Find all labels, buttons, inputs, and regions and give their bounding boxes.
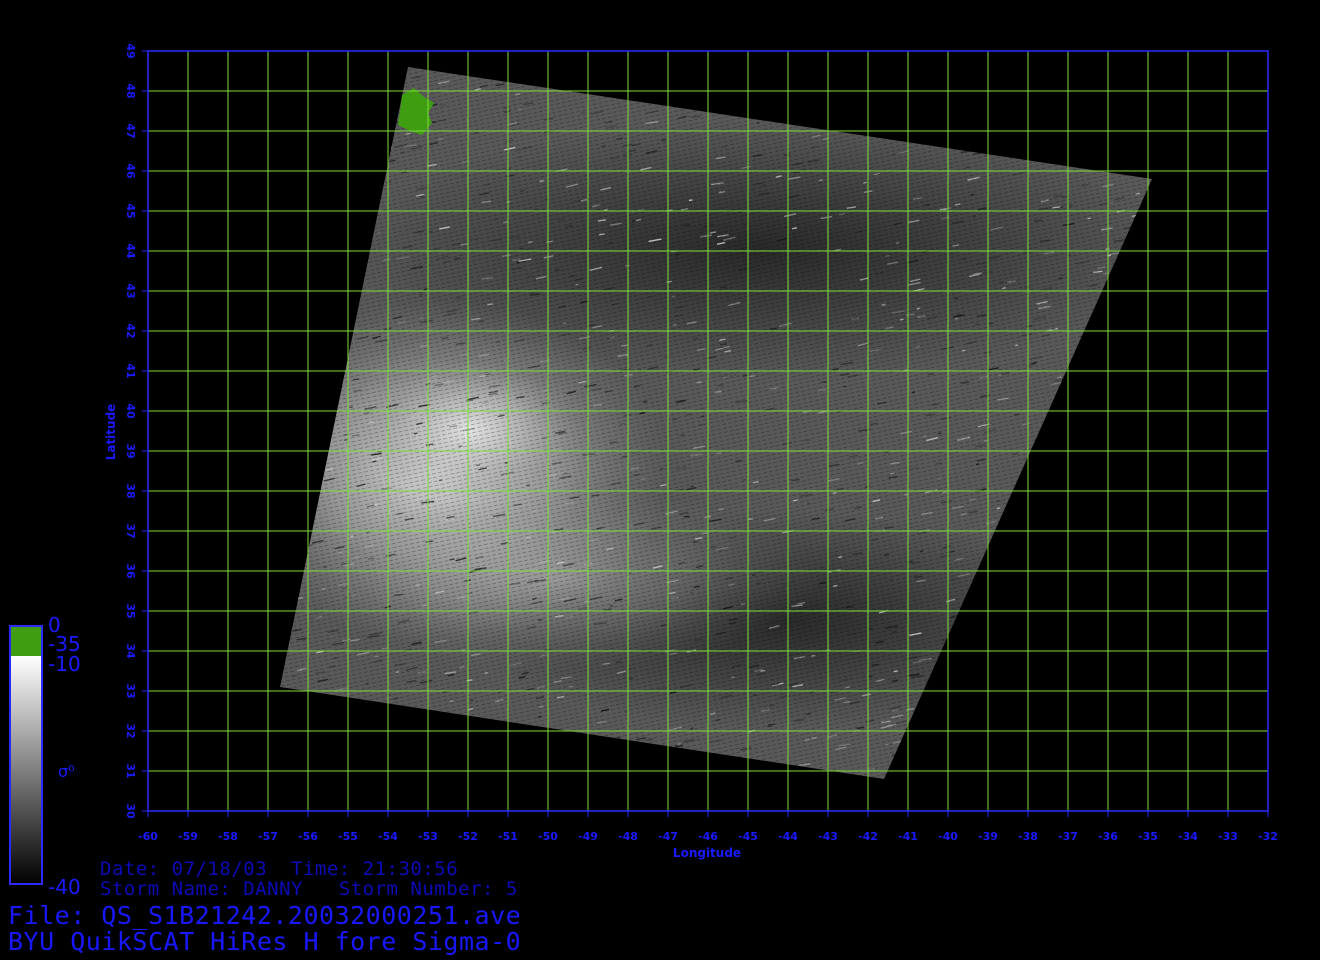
x-tick-label: -34 <box>1178 830 1198 843</box>
product-title: BYU QuikSCAT HiRes H fore Sigma-0 <box>8 927 522 956</box>
y-tick-label: 35 <box>124 603 137 618</box>
file-line: File: QS_S1B21242.20032000251.ave <box>8 901 522 930</box>
x-tick-label: -60 <box>138 830 158 843</box>
y-tick-label: 34 <box>124 643 137 659</box>
longitude-ticks: -60 -59 -58 -57 -56 -55 -54 -53 -52 -51 -50 -49 -48 -… <box>138 811 1278 843</box>
y-axis-title: Latitude <box>104 404 118 461</box>
x-tick-label: -33 <box>1218 830 1238 843</box>
y-tick-label: 46 <box>124 163 137 179</box>
x-tick-label: -44 <box>778 830 798 843</box>
y-tick-label: 33 <box>124 683 137 698</box>
y-tick-label: 39 <box>124 443 137 458</box>
y-tick-label: 42 <box>124 323 137 338</box>
y-tick-label: 40 <box>124 403 137 419</box>
colorbar-gray-segment <box>10 656 42 884</box>
map-canvas: -60 -59 -58 -57 -56 -55 -54 -53 -52 -51 -50 -49 -48 -… <box>9 43 1278 885</box>
lat-lon-grid <box>147 50 1269 812</box>
x-tick-label: -49 <box>578 830 598 843</box>
latitude-ticks: 30 31 32 33 34 35 36 37 38 39 40 41 42 43 44 45 46 47 48 49 <box>124 43 148 819</box>
x-tick-label: -48 <box>618 830 638 843</box>
colorbar-label-sigma: σ⁰ <box>58 762 75 781</box>
colorbar-label-land-bottom: -35 <box>48 632 81 656</box>
y-tick-label: 32 <box>124 723 137 738</box>
x-tick-label: -38 <box>1018 830 1038 843</box>
x-tick-label: -51 <box>498 830 518 843</box>
date-time-line: Date: 07/18/03 Time: 21:30:56 <box>100 858 459 880</box>
colorbar-land-segment <box>10 626 42 656</box>
x-tick-label: -59 <box>178 830 198 843</box>
x-tick-label: -32 <box>1258 830 1278 843</box>
x-tick-label: -47 <box>658 830 678 843</box>
x-tick-label: -42 <box>858 830 878 843</box>
storm-line: Storm Name: DANNY Storm Number: 5 <box>100 878 518 900</box>
x-tick-label: -54 <box>378 830 398 843</box>
x-tick-label: -40 <box>938 830 958 843</box>
y-tick-label: 47 <box>124 123 137 138</box>
colorbar-label-gray-top: -10 <box>48 652 81 676</box>
x-tick-label: -58 <box>218 830 238 843</box>
colorbar-label-bottom: -40 <box>48 875 81 899</box>
y-tick-label: 31 <box>124 763 137 778</box>
colorbar <box>9 625 43 885</box>
y-tick-label: 49 <box>124 43 137 58</box>
y-tick-label: 48 <box>124 83 137 98</box>
x-tick-label: -50 <box>538 830 558 843</box>
y-tick-label: 45 <box>124 203 137 218</box>
map-figure: -60 -59 -58 -57 -56 -55 -54 -53 -52 -51 -50 -49 -48 -… <box>0 0 1320 960</box>
x-tick-label: -45 <box>738 830 758 843</box>
x-tick-label: -55 <box>338 830 358 843</box>
x-axis-title: Longitude <box>673 846 741 860</box>
x-tick-label: -35 <box>1138 830 1158 843</box>
x-tick-label: -53 <box>418 830 438 843</box>
y-tick-label: 36 <box>124 563 137 579</box>
y-tick-label: 30 <box>124 803 137 819</box>
x-tick-label: -46 <box>698 830 718 843</box>
y-tick-label: 44 <box>124 243 137 259</box>
y-tick-label: 37 <box>124 523 137 538</box>
x-tick-label: -52 <box>458 830 478 843</box>
x-tick-label: -41 <box>898 830 918 843</box>
y-tick-label: 41 <box>124 363 137 378</box>
x-tick-label: -36 <box>1098 830 1118 843</box>
x-tick-label: -39 <box>978 830 998 843</box>
swath-texture <box>280 67 1152 779</box>
x-tick-label: -43 <box>818 830 838 843</box>
sigma0-swath <box>280 67 1152 779</box>
x-tick-label: -56 <box>298 830 318 843</box>
y-tick-label: 43 <box>124 283 137 298</box>
x-tick-label: -57 <box>258 830 278 843</box>
y-tick-label: 38 <box>124 483 137 498</box>
x-tick-label: -37 <box>1058 830 1078 843</box>
